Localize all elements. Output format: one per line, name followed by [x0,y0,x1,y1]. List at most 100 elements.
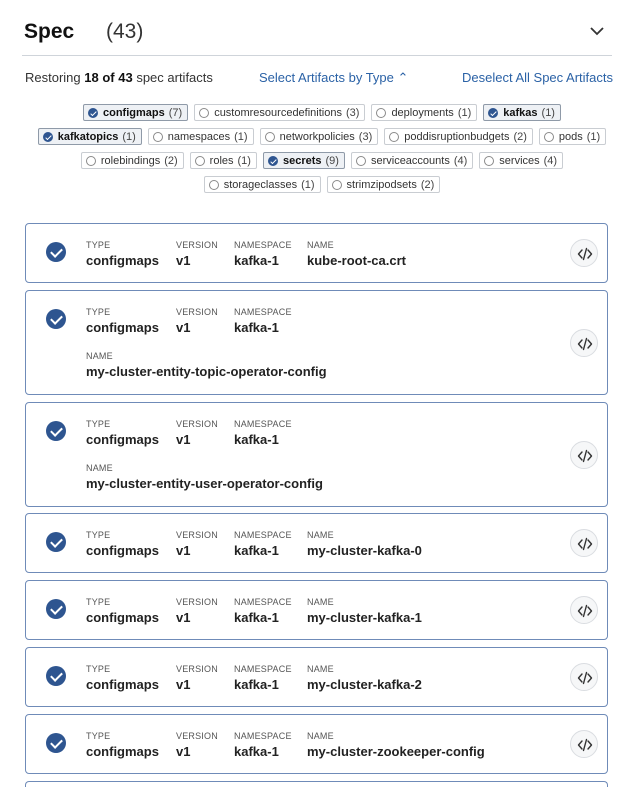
chip-row: rolebindings (2) roles (1) secrets (9) service… [24,150,620,174]
unchecked-radio-icon [376,107,387,118]
version-value: v1 [176,320,191,335]
unchecked-radio-icon [331,179,342,190]
checkbox-checked-icon[interactable] [46,599,66,619]
type-chip-configmaps[interactable]: configmaps (7) [83,104,189,121]
namespace-label: NAMESPACE [234,419,292,429]
type-label: TYPE [86,530,111,540]
code-icon [577,604,593,618]
name-label: NAME [307,530,334,540]
type-chip-poddisruptionbudgets[interactable]: poddisruptionbudgets (2) [384,128,533,145]
view-code-button[interactable] [570,529,598,557]
chip-count: (1) [301,178,315,191]
checkbox-checked-icon[interactable] [46,532,66,552]
unchecked-radio-icon [484,155,495,166]
artifact-type-filters: configmaps (7) customresourcedefinitions (3… [24,102,620,198]
chip-count: (3) [358,130,373,143]
type-value: configmaps [86,432,159,447]
namespace-value: kafka-1 [234,744,279,759]
view-code-button[interactable] [570,440,598,469]
select-by-type-link[interactable]: Select Artifacts by Type ⌃ [259,70,408,86]
version-label: VERSION [176,307,218,317]
chip-label: strimzipodsets [346,178,417,191]
checkbox-checked-icon[interactable] [46,242,66,262]
artifact-card: TYPE configmaps VERSION v1 NAMESPACE kafka-1 N… [25,647,608,707]
version-label: VERSION [176,664,218,674]
type-label: TYPE [86,240,111,250]
name-label: NAME [307,597,334,607]
namespace-value: kafka-1 [234,610,279,625]
namespace-label: NAMESPACE [234,240,292,250]
chevron-down-icon[interactable] [588,22,606,40]
name-label: NAME [307,664,334,674]
name-value: my-cluster-zookeeper-config [307,744,485,759]
chip-count: (2) [164,154,178,167]
chip-count: (2) [420,178,435,191]
checkbox-checked-icon[interactable] [46,733,66,753]
type-chip-kafkatopics[interactable]: kafkatopics (1) [37,128,142,145]
namespace-value: kafka-1 [234,253,279,268]
chip-label: networkpolicies [279,130,355,143]
chip-label: deployments [391,106,454,119]
type-chip-serviceaccounts[interactable]: serviceaccounts (4) [350,152,474,169]
artifact-card: TYPE configmaps VERSION v1 NAMESPACE kafka-1 N… [25,223,608,283]
name-value: my-cluster-entity-user-operator-config [86,476,323,491]
type-chip-rolebindings[interactable]: rolebindings (2) [80,152,184,169]
type-chip-strimzipodsets[interactable]: strimzipodsets (2) [326,176,441,193]
restore-summary: Restoring 18 of 43 spec artifacts [25,70,213,85]
type-chip-secrets[interactable]: secrets (9) [262,152,345,169]
version-label: VERSION [176,240,218,250]
chip-count: (2) [513,130,527,143]
unchecked-radio-icon [543,131,554,142]
type-chip-namespaces[interactable]: namespaces (1) [147,128,254,145]
view-code-button[interactable] [570,663,598,691]
unchecked-radio-icon [152,131,163,142]
checked-icon [267,155,278,166]
chip-label: customresourcedefinitions [214,106,342,119]
version-label: VERSION [176,731,218,741]
view-code-button[interactable] [570,239,598,267]
chip-count: (1) [457,106,472,119]
namespace-label: NAMESPACE [234,664,292,674]
chip-count: (1) [541,106,555,119]
deselect-all-link[interactable]: Deselect All Spec Artifacts [462,70,613,85]
name-value: kube-root-ca.crt [307,253,406,268]
checkbox-checked-icon[interactable] [46,421,66,441]
checkbox-checked-icon[interactable] [46,309,66,329]
type-chip-services[interactable]: services (4) [479,152,564,169]
type-chip-roles[interactable]: roles (1) [189,152,257,169]
type-label: TYPE [86,307,111,317]
namespace-label: NAMESPACE [234,530,292,540]
code-icon [577,671,593,685]
type-chip-customresourcedefinitions[interactable]: customresourcedefinitions (3) [194,104,366,121]
unchecked-radio-icon [264,131,275,142]
checkbox-checked-icon[interactable] [46,666,66,686]
artifact-card: TYPE configmaps VERSION v1 NAMESPACE kafka-1 N… [25,402,608,507]
version-value: v1 [176,744,191,759]
view-code-button[interactable] [570,328,598,357]
chip-count: (4) [453,154,468,167]
type-chip-storageclasses[interactable]: storageclasses (1) [203,176,321,193]
view-code-button[interactable] [570,730,598,758]
spec-header: Spec (43) [22,0,612,56]
selected-count: 18 of 43 [84,70,133,85]
chip-label: secrets [282,154,322,167]
type-chip-kafkas[interactable]: kafkas (1) [483,104,561,121]
name-label: NAME [86,351,113,361]
unchecked-radio-icon [208,179,219,190]
type-value: configmaps [86,610,159,625]
type-label: TYPE [86,597,111,607]
checked-icon [42,131,53,142]
artifact-card: TYPE configmaps VERSION v1 NAMESPACE kafka-1 N… [25,513,608,573]
type-value: configmaps [86,677,159,692]
code-icon [577,537,593,551]
chip-label: services [499,154,540,167]
namespace-value: kafka-1 [234,432,279,447]
version-value: v1 [176,610,191,625]
type-chip-networkpolicies[interactable]: networkpolicies (3) [259,128,379,145]
type-chip-deployments[interactable]: deployments (1) [371,104,478,121]
unchecked-radio-icon [199,107,210,118]
type-value: configmaps [86,744,159,759]
chip-label: pods [558,130,583,143]
view-code-button[interactable] [570,596,598,624]
type-chip-pods[interactable]: pods (1) [538,128,607,145]
